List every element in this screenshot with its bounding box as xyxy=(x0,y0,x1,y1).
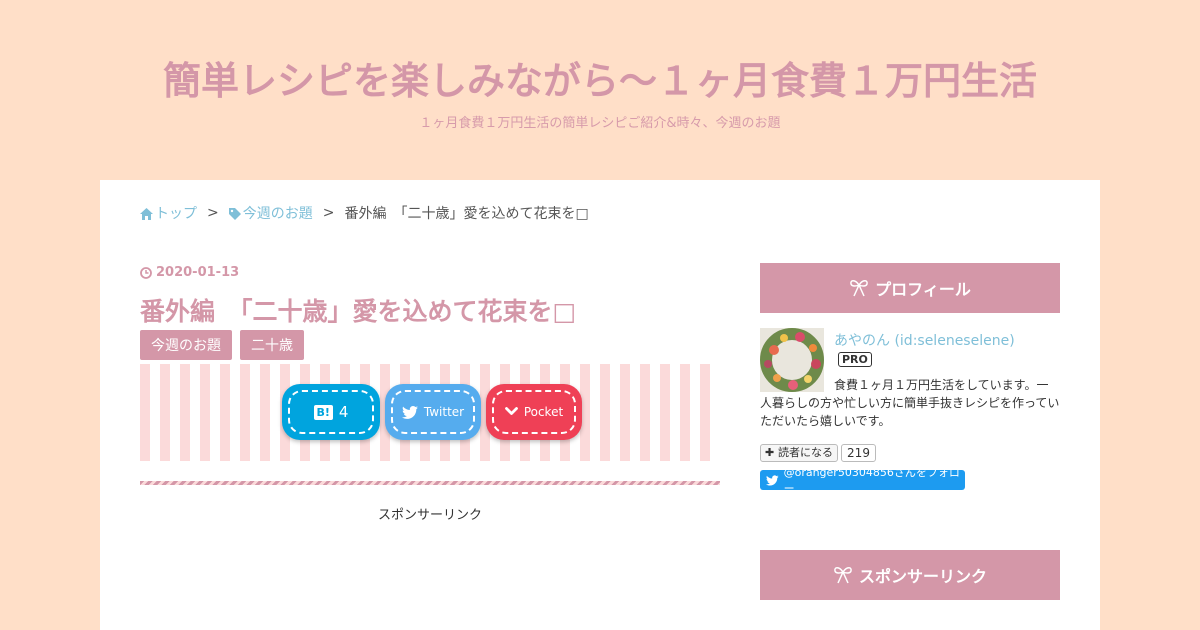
twitter-follow-button[interactable]: @oranger50304856さんをフォロー xyxy=(760,466,965,495)
follow-label: @oranger50304856さんをフォロー xyxy=(783,466,960,495)
breadcrumb-separator: > xyxy=(322,205,335,221)
entry-date[interactable]: 2020-01-13 xyxy=(140,265,239,280)
profile-name-link[interactable]: あやのん (id:seleneselene) xyxy=(834,330,1015,350)
profile-description: 食費１ヶ月１万円生活をしています。一人暮らしの方や忙しい方に簡単手抜きレシピを作… xyxy=(760,376,1060,430)
profile-heading-text: プロフィール xyxy=(875,280,971,299)
sponsor-heading: スポンサーリンク xyxy=(760,550,1060,600)
twitter-label: Twitter xyxy=(423,405,465,419)
subscribe-widget: ✚ 読者になる 219 xyxy=(760,444,876,462)
pocket-icon xyxy=(504,407,518,415)
subscribe-label: 読者になる xyxy=(778,446,834,459)
pocket-button[interactable]: Pocket xyxy=(486,384,582,440)
site-description: １ヶ月食費１万円生活の簡単レシピご紹介&時々、今週のお題 xyxy=(419,116,781,131)
breadcrumb-home-label: トップ xyxy=(155,206,197,222)
clock-icon xyxy=(140,266,152,279)
pro-badge: PRO xyxy=(838,352,872,367)
category-tag[interactable]: 今週のお題 xyxy=(140,330,232,360)
site-title[interactable]: 簡単レシピを楽しみながら〜１ヶ月食費１万円生活 xyxy=(0,50,1200,105)
breadcrumb-separator: > xyxy=(207,205,219,221)
sponsor-heading-text: スポンサーリンク xyxy=(858,567,987,586)
ribbon-icon xyxy=(834,567,852,584)
hatebu-count: 4 xyxy=(338,403,349,421)
twitter-share-button[interactable]: Twitter xyxy=(385,384,481,440)
subscriber-count: 219 xyxy=(841,444,876,462)
breadcrumb: トップ > 今週のお題 > 番外編 「二十歳」愛を込めて花束を□ xyxy=(140,203,589,223)
hatebu-icon: B! xyxy=(313,404,333,420)
profile-description-text: 食費１ヶ月１万円生活をしています。一人暮らしの方や忙しい方に簡単手抜きレシピを作… xyxy=(760,378,1060,428)
entry-categories: 今週のお題 二十歳 xyxy=(140,330,304,360)
tag-icon xyxy=(228,208,241,220)
breadcrumb-category-label: 今週のお題 xyxy=(242,206,313,222)
breadcrumb-category-link[interactable]: 今週のお題 xyxy=(228,203,313,223)
breadcrumb-home-link[interactable]: トップ xyxy=(140,203,197,223)
twitter-icon xyxy=(401,405,418,419)
divider xyxy=(140,481,720,485)
profile-heading: プロフィール xyxy=(760,263,1060,313)
hatebu-button[interactable]: B! 4 xyxy=(282,384,380,440)
main-content: トップ > 今週のお題 > 番外編 「二十歳」愛を込めて花束を□ 2020-01… xyxy=(100,180,1100,630)
sponsor-link-label: スポンサーリンク xyxy=(377,508,482,523)
ribbon-icon xyxy=(850,280,869,297)
share-buttons: B! 4 Twitter Pocket xyxy=(140,364,720,461)
breadcrumb-current: 番外編 「二十歳」愛を込めて花束を□ xyxy=(344,206,589,222)
entry-title[interactable]: 番外編 「二十歳」愛を込めて花束を□ xyxy=(140,292,576,328)
twitter-icon xyxy=(766,474,779,486)
plus-icon: ✚ xyxy=(765,446,779,459)
entry-date-text: 2020-01-13 xyxy=(156,265,240,280)
pocket-label: Pocket xyxy=(523,405,564,419)
home-icon xyxy=(140,208,153,220)
category-tag[interactable]: 二十歳 xyxy=(240,330,304,360)
subscribe-button[interactable]: ✚ 読者になる xyxy=(760,444,839,462)
